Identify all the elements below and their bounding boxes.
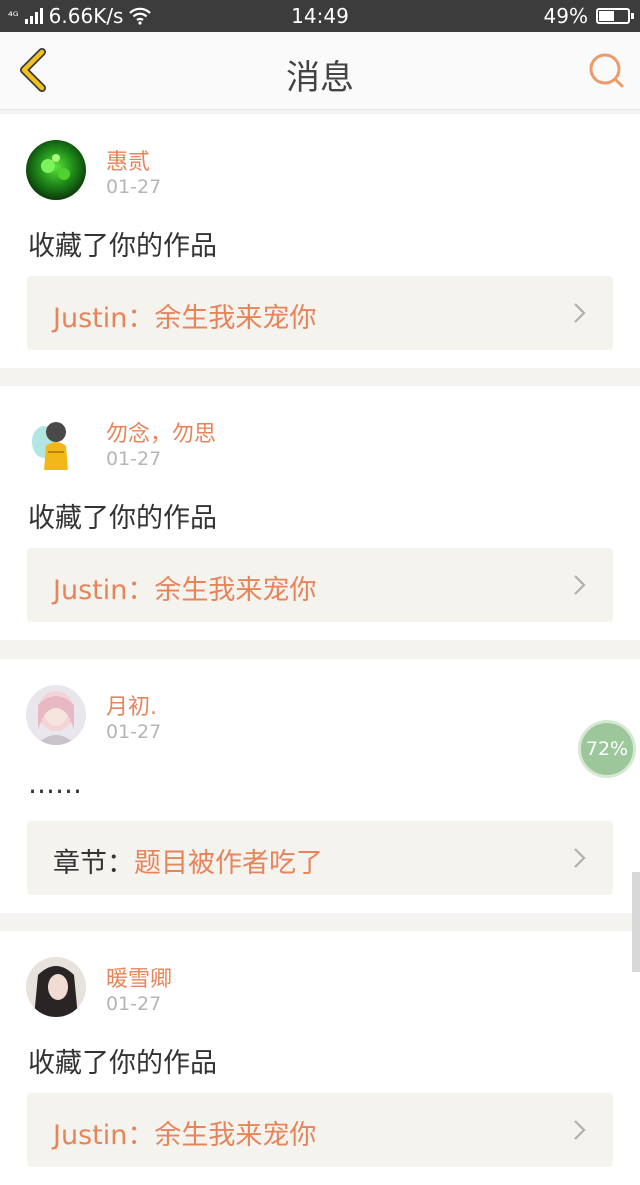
avatar-image [26,957,86,1017]
status-right: 49% [543,4,634,28]
username[interactable]: 暖雪卿 [106,961,172,993]
work-title: 余生我来宠你 [154,575,317,606]
work-title: 题目被作者吃了 [134,848,323,879]
username[interactable]: 惠贰 [106,144,150,176]
avatar-image [26,412,86,472]
message-card: 惠贰 01-27 收藏了你的作品 Justin：余生我来宠你 [0,114,640,368]
work-text: Justin：余生我来宠你 [53,568,316,607]
message-action: 收藏了你的作品 [28,1048,217,1079]
message-action: 收藏了你的作品 [28,503,217,534]
scrollbar[interactable] [632,872,640,972]
message-card: 月初. 01-27 …… 章节：题目被作者吃了 [0,659,640,913]
message-card: 暖雪卿 01-27 收藏了你的作品 Justin：余生我来宠你 [0,931,640,1185]
work-link[interactable]: Justin：余生我来宠你 [27,548,613,622]
avatar-image [26,685,86,745]
search-icon [589,53,624,88]
avatar-image [26,140,86,200]
message-date: 01-27 [106,721,162,743]
work-text: Justin：余生我来宠你 [53,1113,316,1152]
floating-memory-badge[interactable]: 72% [578,720,636,778]
avatar[interactable] [26,412,86,472]
battery-icon [596,8,634,24]
message-action: …… [28,769,82,800]
username[interactable]: 勿念，勿思 [106,416,216,448]
message-date: 01-27 [106,176,162,198]
work-prefix: Justin： [53,1120,155,1151]
work-text: 章节：题目被作者吃了 [53,841,323,880]
battery-percent: 49% [543,4,588,28]
chevron-right-icon [574,575,586,595]
status-bar: ⁴ᴳ 6.66K/s 14:49 49% [0,0,640,32]
work-text: Justin：余生我来宠你 [53,296,316,335]
work-link[interactable]: Justin：余生我来宠你 [27,276,613,350]
avatar[interactable] [26,685,86,745]
chevron-right-icon [574,303,586,323]
work-prefix: Justin： [53,303,155,334]
work-title: 余生我来宠你 [154,303,317,334]
search-button[interactable] [586,50,626,90]
message-date: 01-27 [106,448,162,470]
work-link[interactable]: 章节：题目被作者吃了 [27,821,613,895]
work-prefix: 章节： [53,848,134,879]
username[interactable]: 月初. [106,689,157,721]
page-title: 消息 [286,58,354,98]
message-card: 勿念，勿思 01-27 收藏了你的作品 Justin：余生我来宠你 [0,386,640,640]
message-action: 收藏了你的作品 [28,231,217,262]
message-date: 01-27 [106,993,162,1015]
work-prefix: Justin： [53,575,155,606]
avatar[interactable] [26,957,86,1017]
battery-fill [599,11,614,21]
nav-bar: 消息 [0,32,640,110]
chevron-right-icon [574,848,586,868]
avatar[interactable] [26,140,86,200]
work-title: 余生我来宠你 [154,1120,317,1151]
work-link[interactable]: Justin：余生我来宠你 [27,1093,613,1167]
